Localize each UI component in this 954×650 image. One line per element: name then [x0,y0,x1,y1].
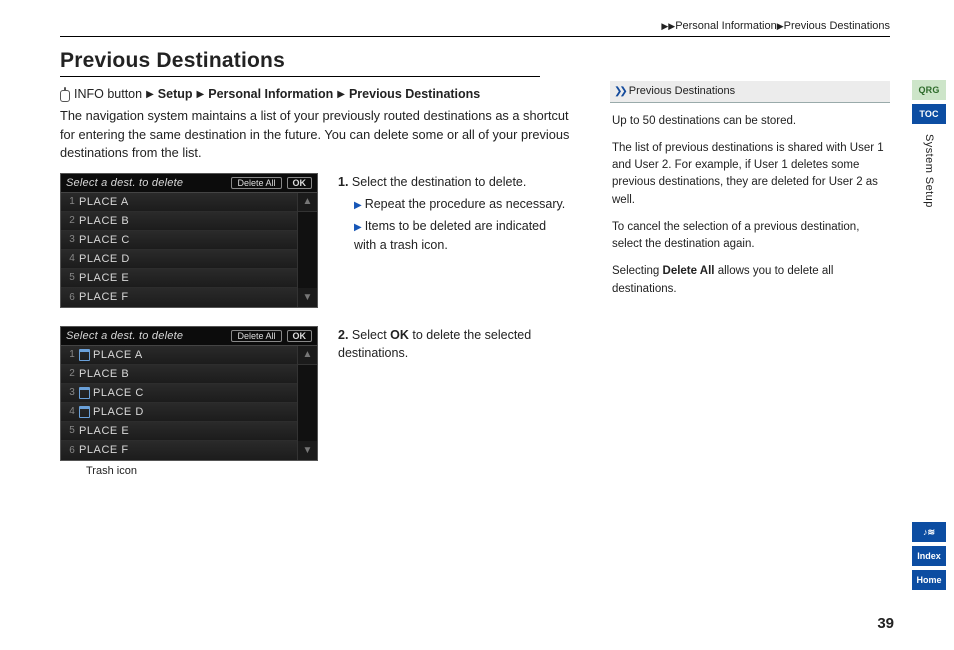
dev2-title: Select a dest. to delete [66,330,226,342]
row-name: PLACE D [93,406,144,418]
trash-icon [79,387,90,399]
tab-toc[interactable]: TOC [912,104,946,124]
device-list-row: 6PLACE F [61,288,297,307]
nav-path: INFO button ▶ Setup ▶ Personal Informati… [60,87,580,101]
step1-text: Select the destination to delete. [352,175,526,189]
sidebar-p1: Up to 50 destinations can be stored. [612,113,888,130]
row-index: 5 [65,272,79,283]
row-index: 4 [65,253,79,264]
row-name: PLACE E [79,425,129,437]
screenshot-1: Select a dest. to delete Delete All OK 1… [60,173,318,308]
crumb-personal-info: Personal Information [208,87,333,101]
device-list-row: 1PLACE A [61,193,297,212]
dev2-scrollbar: ▲▼ [297,346,317,460]
intro-text: The navigation system maintains a list o… [60,107,580,163]
row-index: 2 [65,368,79,379]
sidebar-heading-text: Previous Destinations [629,83,735,100]
row-index: 6 [65,292,79,303]
tab-qrg[interactable]: QRG [912,80,946,100]
breadcrumb-b: Previous Destinations [784,20,890,32]
trash-icon [79,349,90,361]
row-name: PLACE A [79,196,129,208]
row-name: PLACE F [79,291,129,303]
device-list-row: 3PLACE C [61,231,297,250]
row-name: PLACE B [79,368,129,380]
sidebar-heading: ❯❯ Previous Destinations [610,81,890,103]
joystick-icon [60,90,70,102]
dev1-title: Select a dest. to delete [66,177,226,189]
tab-index[interactable]: Index [912,546,946,566]
row-name: PLACE A [93,349,143,361]
row-index: 6 [65,445,79,456]
trash-icon-label: Trash icon [86,465,318,477]
dev1-ok: OK [287,177,313,189]
crumb-info: INFO button [74,87,142,101]
row-name: PLACE E [79,272,129,284]
device-list-row: 5PLACE E [61,269,297,288]
row-name: PLACE F [79,444,129,456]
trash-icon [79,406,90,418]
device-list-row: 2PLACE B [61,212,297,231]
breadcrumb-top: ▶▶Personal Information▶Previous Destinat… [60,20,890,36]
dev2-delete-all: Delete All [231,330,281,342]
step1-sub-a: Repeat the procedure as necessary. [365,197,566,211]
chevron-icon: ❯❯ [614,84,625,99]
tab-home[interactable]: Home [912,570,946,590]
dev2-ok: OK [287,330,313,342]
dev1-delete-all: Delete All [231,177,281,189]
row-index: 1 [65,349,79,360]
row-index: 4 [65,406,79,417]
device-list-row: 3 PLACE C [61,384,297,403]
step2-text-a: Select [352,328,390,342]
sidebar-p4: Selecting Delete All allows you to delet… [612,263,888,298]
row-index: 3 [65,234,79,245]
row-name: PLACE C [79,234,130,246]
sidebar-p3: To cancel the selection of a previous de… [612,219,888,254]
device-list-row: 4PLACE D [61,250,297,269]
sidebar-p2: The list of previous destinations is sha… [612,140,888,209]
tab-voice[interactable]: ♪≋ [912,522,946,542]
page-number: 39 [877,615,894,632]
device-list-row: 1 PLACE A [61,346,297,365]
dev1-scrollbar: ▲▼ [297,193,317,307]
row-name: PLACE D [79,253,130,265]
row-index: 5 [65,425,79,436]
crumb-setup: Setup [158,87,193,101]
crumb-previous-dest: Previous Destinations [349,87,480,101]
device-list-row: 6PLACE F [61,441,297,460]
row-name: PLACE C [93,387,144,399]
row-name: PLACE B [79,215,129,227]
row-index: 1 [65,196,79,207]
section-label: System Setup [923,134,935,208]
step2-ok: OK [390,328,409,342]
screenshot-2: Select a dest. to delete Delete All OK 1… [60,326,318,461]
device-list-row: 5PLACE E [61,422,297,441]
device-list-row: 4 PLACE D [61,403,297,422]
row-index: 2 [65,215,79,226]
device-list-row: 2PLACE B [61,365,297,384]
breadcrumb-a: Personal Information [675,20,777,32]
step1-sub-b: Items to be deleted are indicated with a… [354,219,546,252]
row-index: 3 [65,387,79,398]
page-title: Previous Destinations [60,49,540,77]
